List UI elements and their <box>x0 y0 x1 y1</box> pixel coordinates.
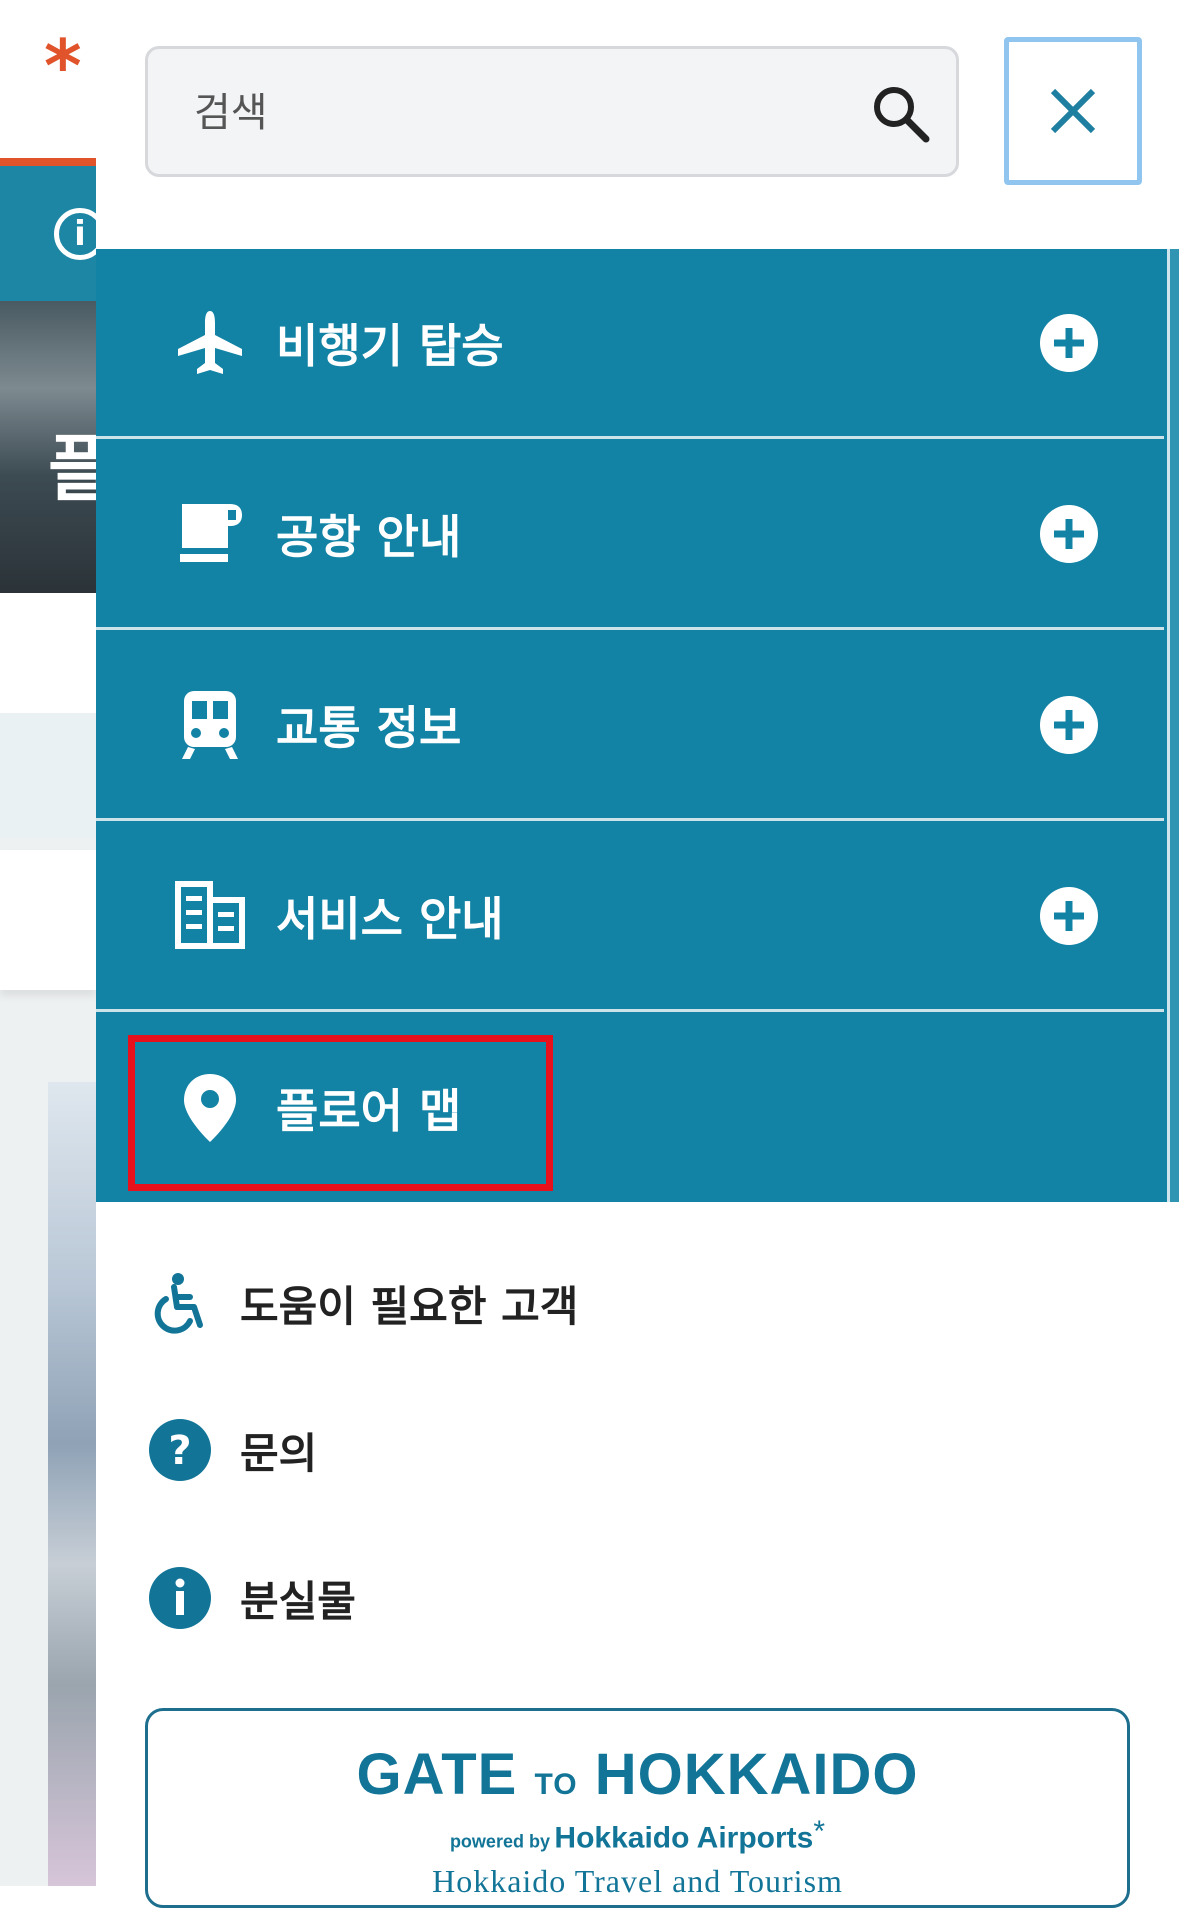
site-logo-star: * <box>44 24 82 108</box>
plus-circle-icon[interactable] <box>1040 313 1098 372</box>
hero-heading: 플 <box>48 427 96 511</box>
banner-tagline: Hokkaido Travel and Tourism <box>432 1863 843 1899</box>
link-inquiry[interactable]: ? 문의 <box>148 1410 317 1490</box>
plus-circle-icon[interactable] <box>1040 695 1098 754</box>
link-label: 도움이 필요한 고객 <box>240 1281 579 1331</box>
svg-text:?: ? <box>168 1428 191 1474</box>
menu-item-airport-guide[interactable]: 공항 안내 <box>96 440 1164 630</box>
search-icon[interactable] <box>870 83 932 145</box>
train-icon <box>174 689 246 761</box>
menu-item-label: 공항 안내 <box>276 509 462 564</box>
link-label: 문의 <box>240 1428 318 1478</box>
background-image <box>48 1082 96 1886</box>
menu-item-label: 비행기 탑승 <box>276 318 504 373</box>
banner-subtitle: powered by Hokkaido Airports* <box>449 1815 826 1855</box>
plus-circle-icon[interactable] <box>1040 886 1098 945</box>
navigation-drawer: 비행기 탑승 공항 안내 <box>96 0 1179 1908</box>
menu-item-label: 교통 정보 <box>276 700 462 755</box>
close-icon <box>1050 88 1096 134</box>
building-icon <box>174 880 246 952</box>
scrollbar[interactable] <box>1167 249 1179 1202</box>
menu-item-transportation[interactable]: 교통 정보 <box>96 631 1164 821</box>
menu-item-boarding[interactable]: 비행기 탑승 <box>96 249 1164 439</box>
wheelchair-icon <box>148 1271 212 1335</box>
search-box[interactable] <box>145 46 959 177</box>
highlight-box <box>128 1035 553 1191</box>
menu-item-label: 서비스 안내 <box>276 891 504 946</box>
menu-item-services[interactable]: 서비스 안내 <box>96 822 1164 1012</box>
search-input[interactable] <box>194 73 834 153</box>
airplane-icon <box>174 307 246 379</box>
gate-to-hokkaido-banner[interactable]: GATE TO HOKKAIDO powered by Hokkaido Air… <box>145 1708 1130 1908</box>
plus-circle-icon[interactable] <box>1040 504 1098 563</box>
banner-title: GATE TO HOKKAIDO <box>356 1742 919 1807</box>
link-assistance[interactable]: 도움이 필요한 고객 <box>148 1263 578 1343</box>
link-lost-and-found[interactable]: 분실물 <box>148 1558 356 1638</box>
info-icon <box>148 1566 212 1630</box>
link-label: 분실물 <box>240 1576 356 1626</box>
background-page: * i 플 <box>0 0 96 1886</box>
question-icon: ? <box>148 1418 212 1482</box>
close-button[interactable] <box>1004 37 1142 185</box>
coffee-cup-icon <box>174 498 246 570</box>
